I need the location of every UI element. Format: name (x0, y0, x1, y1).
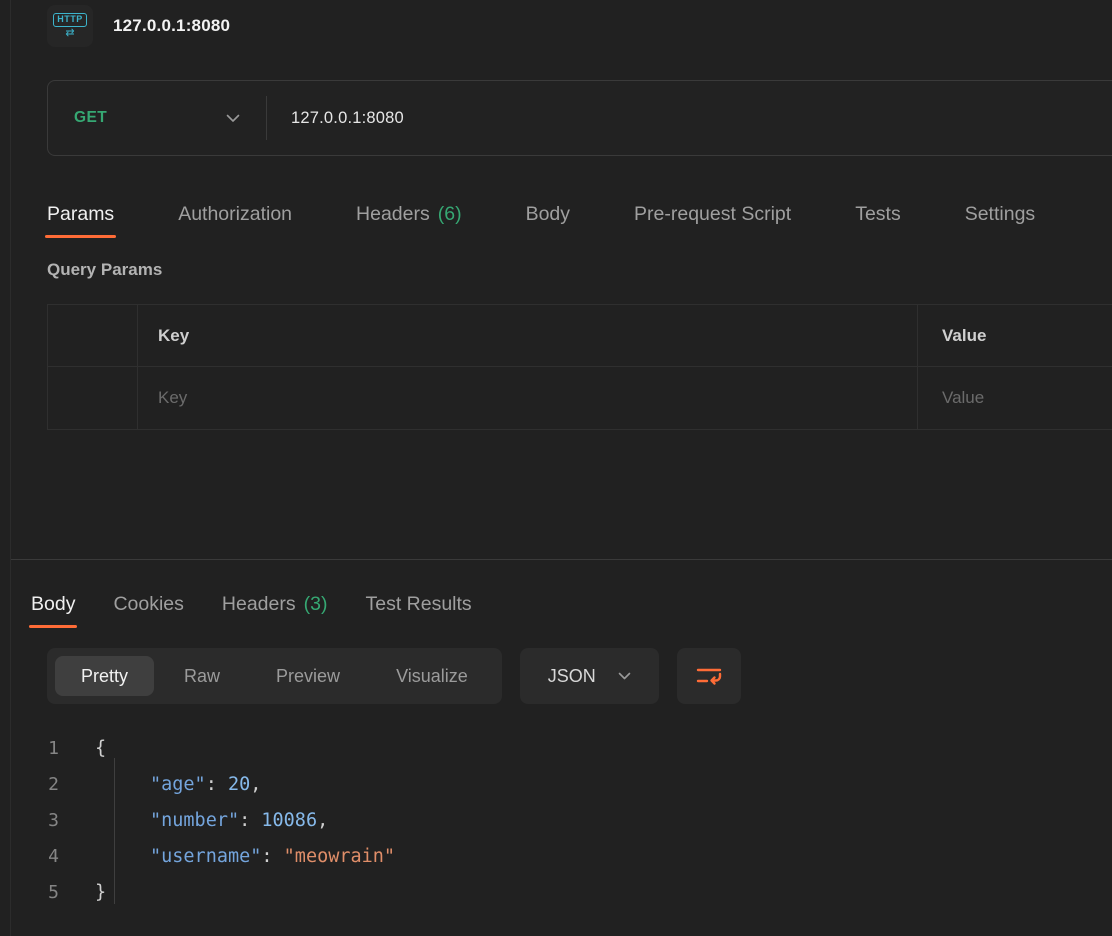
code-line: 2"age": 20, (31, 766, 1112, 802)
tab-response-cookies[interactable]: Cookies (113, 580, 183, 628)
tab-settings[interactable]: Settings (965, 190, 1035, 238)
response-pane: Body Cookies Headers (3) Test Results Pr… (11, 559, 1112, 910)
url-bar: GET (47, 80, 1112, 156)
param-value-input[interactable] (942, 388, 1112, 408)
tab-tests[interactable]: Tests (855, 190, 901, 238)
code-line: 5} (31, 874, 1112, 910)
view-mode-visualize[interactable]: Visualize (370, 656, 494, 696)
method-select[interactable]: GET (48, 81, 266, 155)
request-pane: HTTP ⇄ 127.0.0.1:8080 GET Params Authori… (11, 0, 1112, 559)
tab-pre-request-script[interactable]: Pre-request Script (634, 190, 791, 238)
code-line: 1{ (31, 730, 1112, 766)
tab-label: Pre-request Script (634, 203, 791, 226)
response-body-code: 1{2"age": 20,3"number": 10086,4"username… (11, 730, 1112, 910)
chevron-down-icon (618, 672, 631, 680)
tab-body[interactable]: Body (526, 190, 570, 238)
tab-label: Settings (965, 203, 1035, 226)
tab-response-body[interactable]: Body (31, 580, 75, 628)
tab-test-results[interactable]: Test Results (365, 580, 471, 628)
tab-label: Authorization (178, 203, 292, 226)
table-row-select-cell (48, 367, 138, 429)
request-header: HTTP ⇄ 127.0.0.1:8080 (11, 0, 1112, 50)
tab-label: Test Results (365, 593, 471, 616)
chevron-down-icon (226, 114, 240, 123)
tab-authorization[interactable]: Authorization (178, 190, 292, 238)
tab-label: Headers (222, 593, 296, 616)
query-params-heading: Query Params (47, 260, 1112, 280)
table-select-column-header (48, 305, 138, 367)
code-line: 4"username": "meowrain" (31, 838, 1112, 874)
line-number: 1 (31, 738, 95, 759)
response-toolbar: Pretty Raw Preview Visualize JSON (47, 648, 1112, 704)
view-mode-group: Pretty Raw Preview Visualize (47, 648, 502, 704)
tab-label: Tests (855, 203, 901, 226)
indent-guide (114, 758, 115, 904)
tab-label: Cookies (113, 593, 183, 616)
response-tabs: Body Cookies Headers (3) Test Results (31, 580, 1112, 628)
view-mode-preview[interactable]: Preview (250, 656, 366, 696)
wrap-lines-icon (696, 666, 722, 686)
line-number: 3 (31, 810, 95, 831)
view-mode-pretty[interactable]: Pretty (55, 656, 154, 696)
code-lines: 1{2"age": 20,3"number": 10086,4"username… (31, 730, 1112, 910)
arrows-swap-icon: ⇄ (65, 28, 74, 39)
table-key-column-header: Key (138, 305, 918, 367)
tab-params[interactable]: Params (47, 190, 114, 238)
table-value-column-header: Value (918, 305, 1112, 367)
tab-count-badge: (6) (438, 203, 462, 226)
table-row-key-cell (138, 367, 918, 429)
table-row-value-cell (918, 367, 1112, 429)
param-key-input[interactable] (158, 388, 917, 408)
view-mode-raw[interactable]: Raw (158, 656, 246, 696)
http-badge-label: HTTP (53, 13, 87, 26)
http-request-icon: HTTP ⇄ (47, 5, 93, 47)
format-label: JSON (548, 666, 596, 687)
tab-label: Params (47, 203, 114, 226)
request-tabs: Params Authorization Headers (6) Body Pr… (47, 190, 1112, 238)
tab-label: Body (31, 593, 75, 616)
line-number: 4 (31, 846, 95, 867)
line-number: 5 (31, 882, 95, 903)
method-label: GET (74, 109, 107, 127)
tab-label: Body (526, 203, 570, 226)
tab-headers[interactable]: Headers (6) (356, 190, 462, 238)
url-input[interactable] (267, 81, 1112, 155)
code-line: 3"number": 10086, (31, 802, 1112, 838)
tab-label: Headers (356, 203, 430, 226)
request-workspace: HTTP ⇄ 127.0.0.1:8080 GET Params Authori… (10, 0, 1112, 936)
query-params-table: Key Value (47, 304, 1112, 430)
tab-response-headers[interactable]: Headers (3) (222, 580, 328, 628)
tab-count-badge: (3) (304, 593, 328, 616)
wrap-lines-button[interactable] (677, 648, 741, 704)
request-title: 127.0.0.1:8080 (113, 16, 230, 36)
format-select[interactable]: JSON (520, 648, 659, 704)
line-number: 2 (31, 774, 95, 795)
